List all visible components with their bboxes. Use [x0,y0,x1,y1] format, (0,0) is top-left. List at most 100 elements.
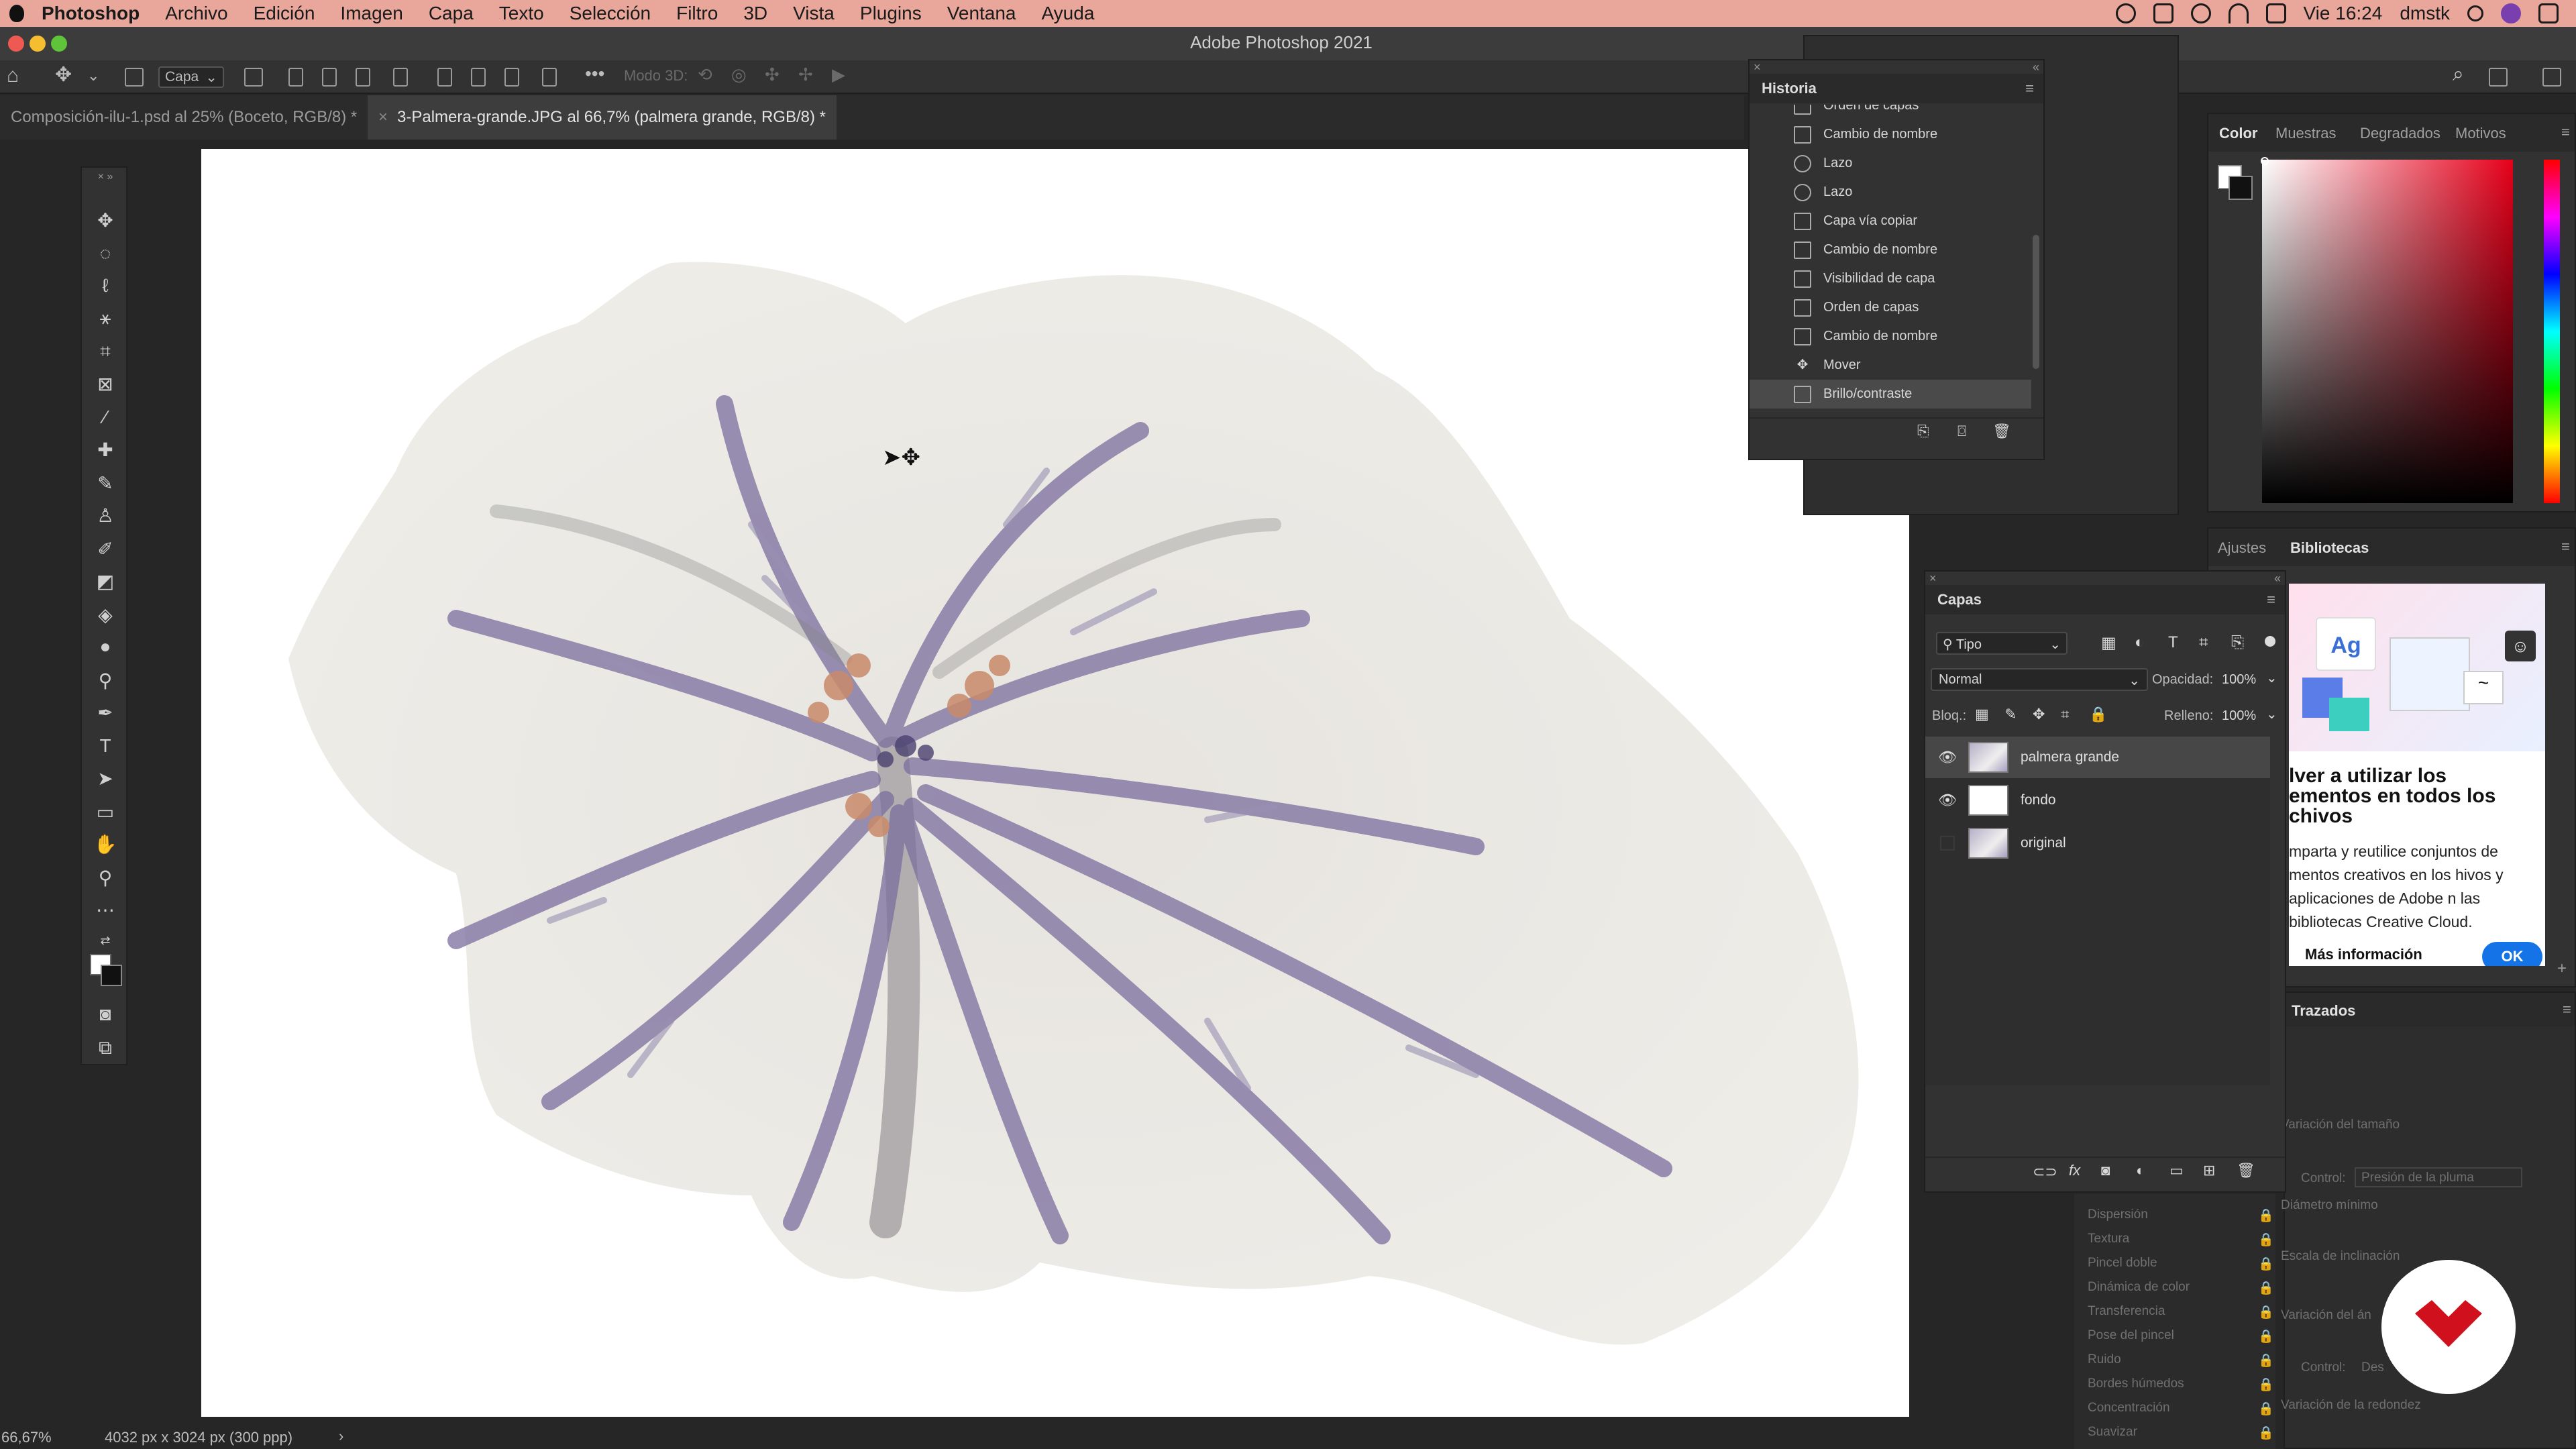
dodge-tool-icon[interactable]: ⚲ [93,668,117,692]
collapse-toolbar-icon[interactable]: × » [93,170,117,184]
align-left-icon[interactable] [288,68,303,87]
crop-tool-icon[interactable]: ⌗ [93,339,117,364]
filter-type-icon[interactable]: T [2168,633,2178,652]
workspace-icon[interactable] [2489,68,2508,87]
rectangle-tool-icon[interactable]: ▭ [93,800,117,824]
new-document-from-state-icon[interactable]: ⎘ [1917,423,1929,440]
add-icon[interactable]: + [2557,959,2567,978]
apple-icon[interactable] [9,5,24,22]
history-item[interactable]: Capa vía copiar [1750,207,2031,235]
screen-record-icon[interactable] [2153,3,2174,23]
spotlight-search-icon[interactable] [2467,5,2483,21]
brush-option-row[interactable]: Suavizar 🔒 [2088,1425,2274,1440]
history-item[interactable]: Lazo [1750,149,2031,178]
tab-palmera[interactable]: × 3-Palmera-grande.JPG al 66,7% (palmera … [368,95,837,140]
magic-wand-tool-icon[interactable]: ⚹ [93,306,117,330]
panel-menu-icon[interactable]: ≡ [2267,591,2275,608]
fill-value[interactable]: 100% [2222,708,2256,724]
align-right-icon[interactable] [356,68,370,87]
panel-menu-icon[interactable]: ≡ [2025,80,2034,97]
path-selection-tool-icon[interactable]: ➤ [93,766,117,790]
brush-option-row[interactable]: Bordes húmedos 🔒 [2088,1377,2274,1392]
more-info-link[interactable]: Más información [2305,946,2422,963]
history-item[interactable]: Cambio de nombre [1750,120,2031,149]
move-tool-icon[interactable]: ✥ [93,208,117,232]
move-tool-preset-icon[interactable]: ✥ [55,63,72,86]
history-scrollbar[interactable] [2033,235,2039,369]
eye-icon[interactable]: 👁 [1936,749,1959,765]
layers-panel-title[interactable]: Capas [1937,591,1982,608]
color-field[interactable] [2262,160,2513,503]
menu-archivo[interactable]: Archivo [165,3,227,24]
creative-cloud-icon[interactable] [2115,3,2136,23]
distribute-icon[interactable] [393,68,408,87]
3d-slide-icon[interactable]: ✢ [798,64,813,85]
menu-3d[interactable]: 3D [743,3,767,24]
history-item[interactable]: Cambio de nombre [1750,235,2031,264]
ok-button[interactable]: OK [2482,942,2542,966]
tab-color[interactable]: Color [2219,125,2257,142]
panel-menu-icon[interactable]: ≡ [2561,538,2570,555]
add-mask-icon[interactable]: ◙ [2101,1162,2110,1179]
brush-tool-icon[interactable]: ✎ [93,471,117,495]
document-dimensions[interactable]: 4032 px x 3024 px (300 ppp) [105,1429,292,1446]
layer-row-original[interactable]: original [1925,822,2270,864]
filter-toggle-icon[interactable] [2265,636,2275,647]
blur-tool-icon[interactable]: ● [93,635,117,659]
stamp-tool-icon[interactable]: ♙ [93,503,117,527]
tab-muestras[interactable]: Muestras [2275,125,2336,142]
align-middle-icon[interactable] [471,68,486,87]
distribute-vertical-icon[interactable] [542,68,557,87]
history-item[interactable]: ✥ Mover [1750,351,2031,380]
tab-trazados[interactable]: Trazados [2292,1002,2355,1020]
control-dropdown[interactable]: Presión de la pluma [2355,1167,2522,1187]
lock-transparent-icon[interactable]: ▦ [1975,706,1989,723]
close-panel-icon[interactable]: × [1929,572,1937,586]
menu-texto[interactable]: Texto [499,3,544,24]
pen-tool-icon[interactable]: ✒ [93,700,117,724]
adjustment-layer-icon[interactable]: ◐ [2136,1162,2145,1179]
panel-menu-icon[interactable]: ≡ [2561,123,2570,141]
lock-icon[interactable]: 🔒 [2258,1256,2274,1272]
quick-mask-icon[interactable]: ◙ [93,1002,117,1026]
transform-controls-icon[interactable] [244,68,263,87]
align-center-icon[interactable] [322,68,337,87]
brush-option-row[interactable]: Pincel doble 🔒 [2088,1256,2274,1271]
marquee-tool-icon[interactable]: ◌ [93,241,117,266]
lock-icon[interactable]: 🔒 [2258,1425,2274,1441]
lock-icon[interactable]: 🔒 [2258,1328,2274,1344]
link-layers-icon[interactable]: ⊂⊃ [2033,1163,2057,1181]
filter-smart-object-icon[interactable]: ⎘ [2231,633,2244,652]
auto-select-icon[interactable] [125,68,144,87]
align-bottom-icon[interactable] [504,68,519,87]
status-chevron-icon[interactable]: › [339,1428,343,1445]
lock-icon[interactable]: 🔒 [2258,1304,2274,1320]
share-icon[interactable] [2542,68,2561,87]
color-bg-swatch[interactable] [2229,176,2253,200]
menu-photoshop[interactable]: Photoshop [42,3,140,24]
brush-option-row[interactable]: Ruido 🔒 [2088,1352,2274,1368]
eyedropper-tool-icon[interactable]: ⁄ [93,405,117,429]
new-layer-icon[interactable]: ⊞ [2203,1162,2215,1179]
history-item-selected[interactable]: Brillo/contraste [1750,380,2031,409]
menu-vista[interactable]: Vista [793,3,835,24]
chevron-down-icon[interactable]: ⌄ [2266,669,2277,686]
menu-capa[interactable]: Capa [429,3,474,24]
chevron-down-icon[interactable]: ⌄ [87,67,99,87]
brush-option-row[interactable]: Transferencia 🔒 [2088,1304,2274,1320]
brush-option-row[interactable]: Dinámica de color 🔒 [2088,1280,2274,1295]
cloud-user-icon[interactable]: ☺ [2505,631,2536,661]
menu-seleccion[interactable]: Selección [570,3,651,24]
history-brush-tool-icon[interactable]: ✐ [93,537,117,561]
menubar-user[interactable]: dmstk [2400,3,2450,24]
history-item[interactable]: Lazo [1750,178,2031,207]
hidden-visibility-icon[interactable] [1940,836,1955,851]
control-dropdown-2[interactable]: Des [2361,1360,2384,1375]
new-group-icon[interactable]: ▭ [2169,1162,2184,1179]
eraser-tool-icon[interactable]: ◩ [93,569,117,593]
paint-bucket-tool-icon[interactable]: ◈ [93,602,117,627]
3d-roll-icon[interactable]: ◎ [731,64,747,85]
align-top-icon[interactable] [437,68,452,87]
layer-row-palmera-grande[interactable]: 👁 palmera grande [1925,737,2270,778]
edit-toolbar-icon[interactable]: ⋯ [93,898,117,922]
